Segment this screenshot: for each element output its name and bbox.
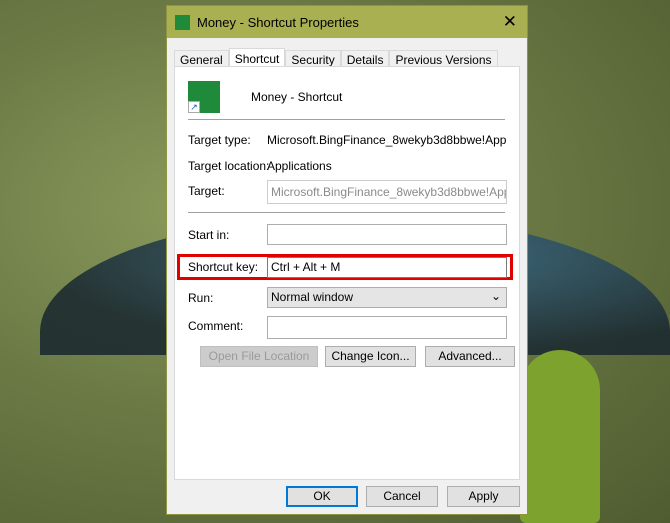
- target-type-value: Microsoft.BingFinance_8wekyb3d8bbwe!Appe…: [267, 133, 507, 147]
- shortcut-name: Money - Shortcut: [251, 90, 343, 104]
- shortcut-panel: ↗ Money - Shortcut Target type: Microsof…: [174, 66, 520, 480]
- properties-dialog: Money - Shortcut Properties ✕ General Sh…: [166, 5, 528, 515]
- target-location-label: Target location:: [188, 159, 270, 173]
- shortcut-key-field[interactable]: Ctrl + Alt + M: [267, 257, 507, 278]
- target-label: Target:: [188, 184, 225, 198]
- start-in-field[interactable]: [267, 224, 507, 245]
- comment-label: Comment:: [188, 319, 244, 333]
- comment-field[interactable]: [267, 316, 507, 339]
- close-icon[interactable]: ✕: [503, 12, 517, 32]
- window-title: Money - Shortcut Properties: [197, 14, 359, 30]
- target-location-value: Applications: [267, 159, 332, 173]
- cancel-button[interactable]: Cancel: [366, 486, 438, 507]
- target-field[interactable]: Microsoft.BingFinance_8wekyb3d8bbwe!Appe…: [267, 180, 507, 204]
- money-app-icon: ↗: [188, 81, 220, 113]
- chevron-down-icon: ⌄: [490, 289, 501, 303]
- shortcut-key-label: Shortcut key:: [188, 260, 259, 274]
- shortcut-arrow-icon: ↗: [188, 101, 200, 113]
- divider: [188, 212, 505, 213]
- ok-button[interactable]: OK: [286, 486, 358, 507]
- divider: [188, 119, 505, 120]
- app-icon: [175, 14, 190, 30]
- background-android: [520, 350, 600, 523]
- title-bar[interactable]: Money - Shortcut Properties ✕: [167, 6, 527, 38]
- apply-button[interactable]: Apply: [447, 486, 520, 507]
- start-in-label: Start in:: [188, 228, 230, 242]
- run-value: Normal window: [271, 290, 354, 304]
- run-label: Run:: [188, 291, 214, 305]
- run-select[interactable]: Normal window ⌄: [267, 287, 507, 308]
- target-type-label: Target type:: [188, 133, 251, 147]
- advanced-button[interactable]: Advanced...: [425, 346, 515, 367]
- open-file-location-button[interactable]: Open File Location: [200, 346, 318, 367]
- change-icon-button[interactable]: Change Icon...: [325, 346, 416, 367]
